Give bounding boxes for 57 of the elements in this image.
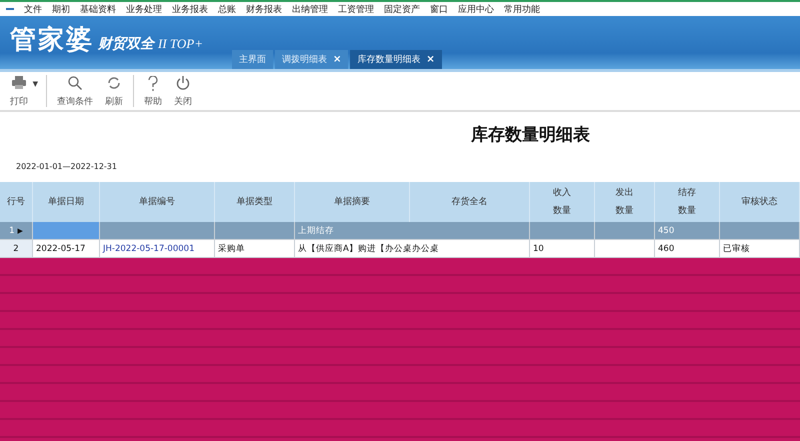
close-icon[interactable]: × [333, 54, 342, 65]
help-button[interactable]: 帮助 [138, 72, 168, 110]
tab[interactable]: 库存数量明细表 × [350, 50, 442, 69]
column-header: 审核状态 [742, 196, 778, 209]
menu-item[interactable]: 出纳管理 [292, 2, 328, 16]
column-header: 单据摘要 [334, 196, 370, 209]
menu-item[interactable]: 固定资产 [384, 2, 420, 16]
column-header: 结存数量 [678, 186, 696, 218]
column-header: 行号 [7, 196, 25, 209]
menu-item[interactable]: 期初 [52, 2, 70, 16]
column-header: 收入数量 [553, 186, 571, 218]
table-cell: 10 [530, 240, 595, 258]
menu-item[interactable]: 工资管理 [338, 2, 374, 16]
menu-item[interactable]: 窗口 [430, 2, 448, 16]
power-button[interactable]: 关闭 [168, 72, 198, 110]
table-cell [595, 222, 655, 240]
brand-name: 管家婆 [10, 24, 94, 57]
table-cell: 从【供应商A】购进【办公桌办公桌 [295, 240, 530, 258]
close-icon[interactable]: × [426, 54, 435, 65]
table-cell [530, 222, 595, 240]
menu-item[interactable]: 业务处理 [126, 2, 162, 16]
tab[interactable]: 调拨明细表 × [275, 50, 348, 69]
brand-version: II TOP+ [158, 36, 204, 52]
table-cell: 采购单 [215, 240, 295, 258]
table-cell [33, 222, 100, 240]
row-number: 2 [13, 244, 19, 254]
table-cell: 2022-05-17 [33, 240, 100, 258]
table-cell: 已审核 [720, 240, 800, 258]
menu-item[interactable]: 应用中心 [458, 2, 494, 16]
menu-item[interactable]: 基础资料 [80, 2, 116, 16]
printer-icon [12, 76, 26, 89]
column-header: 单据编号 [139, 196, 175, 209]
menu-item[interactable]: 文件 [24, 2, 42, 16]
help-icon [148, 76, 158, 91]
menu-item[interactable]: 总账 [218, 2, 236, 16]
row-number: 1 [9, 226, 15, 236]
search-button[interactable]: 查询条件 [51, 72, 99, 110]
document-link[interactable]: JH-2022-05-17-00001 [100, 240, 215, 258]
row-header[interactable]: 2 [0, 240, 33, 258]
menu-item[interactable]: 财务报表 [246, 2, 282, 16]
column-header: 发出数量 [616, 186, 634, 218]
table-cell: 上期结存 [295, 222, 530, 240]
table-cell: 460 [655, 240, 720, 258]
brand-edition: 财贸双全 [98, 35, 154, 53]
menu-item[interactable]: 业务报表 [172, 2, 208, 16]
table-cell: 450 [655, 222, 720, 240]
power-icon [176, 76, 190, 90]
column-header: 存货全名 [452, 196, 488, 209]
refresh-button[interactable]: 刷新 [99, 72, 129, 110]
column-header: 单据类型 [236, 196, 272, 209]
report-title: 库存数量明细表 [471, 124, 591, 146]
menu-item[interactable]: 常用功能 [504, 2, 540, 16]
search-icon [68, 76, 82, 90]
column-header: 单据日期 [48, 196, 84, 209]
report-period: 2022-01-01—2022-12-31 [16, 162, 118, 171]
table-cell [595, 240, 655, 258]
refresh-icon [107, 76, 121, 90]
